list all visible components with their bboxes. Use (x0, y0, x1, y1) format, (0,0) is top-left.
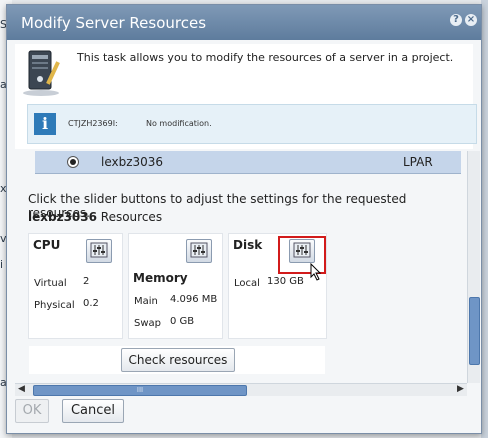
disk-local-value: 130 GB (267, 276, 304, 287)
memory-main-label: Main (134, 296, 158, 307)
check-resources-area: Check resources (29, 346, 325, 374)
modify-server-resources-dialog: Modify Server Resources ? × This task al… (6, 4, 482, 434)
memory-swap-value: 0 GB (170, 316, 195, 327)
scrollable-content[interactable]: lexbz3036 LPAR Click the slider buttons … (15, 151, 467, 383)
disk-local-label: Local (234, 278, 260, 289)
scroll-right-icon[interactable]: ▶ (457, 384, 464, 394)
task-intro: This task allows you to modify the resou… (15, 44, 477, 149)
slider-icon (90, 242, 108, 258)
slider-icon (293, 242, 311, 258)
cpu-title: CPU (33, 238, 61, 252)
dialog-titlebar[interactable]: Modify Server Resources ? × (7, 5, 481, 40)
server-type: LPAR (403, 155, 433, 169)
cpu-virtual-label: Virtual (34, 278, 67, 289)
message-id: CTJZH2369I: (68, 119, 118, 128)
disk-title: Disk (233, 238, 263, 252)
server-name: lexbz3036 (101, 155, 164, 169)
slider-icon (190, 242, 208, 258)
background-right-panel (481, 0, 488, 438)
vertical-scroll-thumb[interactable] (469, 297, 480, 365)
memory-main-value: 4.096 MB (170, 294, 218, 305)
memory-card: Memory Main 4.096 MB Swap 0 GB (128, 233, 223, 339)
memory-slider-button[interactable] (186, 239, 212, 263)
server-radio[interactable] (67, 156, 79, 168)
memory-title: Memory (133, 271, 188, 285)
cpu-physical-label: Physical (34, 300, 75, 311)
server-row[interactable]: lexbz3036 LPAR (35, 151, 461, 174)
check-resources-button[interactable]: Check resources (121, 348, 235, 372)
message-text: No modification. (146, 119, 212, 128)
help-icon[interactable]: ? (450, 14, 462, 26)
cpu-slider-button[interactable] (86, 239, 112, 263)
cpu-virtual-value: 2 (83, 276, 90, 287)
resources-heading: lexbz3036 Resources (28, 210, 163, 224)
disk-slider-button[interactable] (289, 239, 315, 263)
horizontal-scrollbar[interactable]: ◀ III ▶ (15, 383, 467, 396)
vertical-scrollbar[interactable] (467, 151, 480, 383)
disk-card: Disk Local 130 GB (228, 233, 327, 339)
cancel-button[interactable]: Cancel (62, 399, 124, 423)
info-icon: i (34, 113, 56, 135)
server-wizard-icon (23, 50, 60, 96)
intro-text: This task allows you to modify the resou… (77, 51, 454, 64)
ok-button[interactable]: OK (15, 399, 49, 423)
close-icon[interactable]: × (465, 14, 477, 26)
info-message: i CTJZH2369I: No modification. (27, 104, 477, 144)
horizontal-scroll-thumb[interactable]: III (33, 385, 247, 396)
dialog-title: Modify Server Resources (21, 14, 207, 32)
mouse-cursor-icon (310, 263, 322, 281)
scroll-left-icon[interactable]: ◀ (18, 384, 25, 394)
cpu-physical-value: 0.2 (83, 298, 99, 309)
cpu-card: CPU Virtual 2 Physical 0.2 (28, 233, 123, 339)
memory-swap-label: Swap (134, 318, 162, 329)
